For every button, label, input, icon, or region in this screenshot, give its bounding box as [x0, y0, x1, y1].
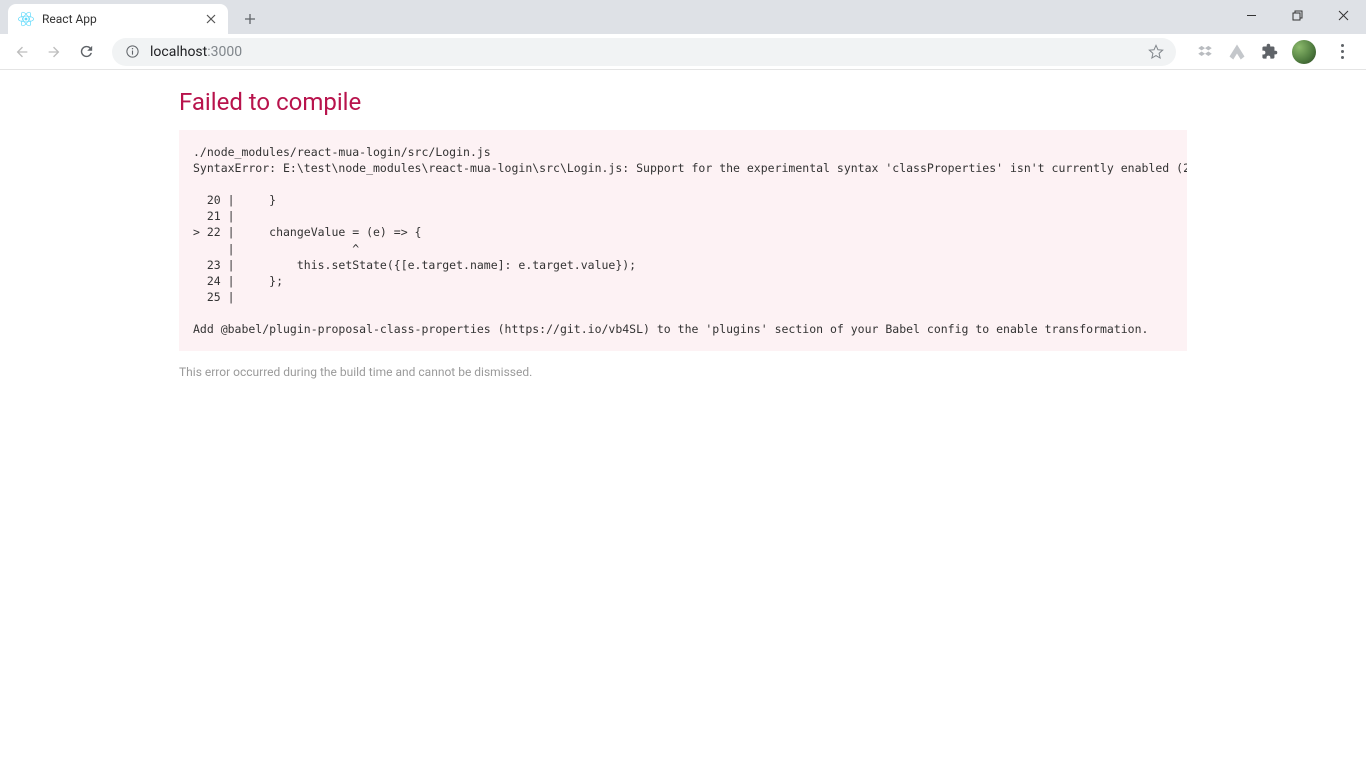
maximize-button[interactable]: [1274, 0, 1320, 30]
error-dismiss-note: This error occurred during the build tim…: [179, 365, 1187, 379]
url-path: :3000: [207, 44, 242, 60]
site-info-icon[interactable]: [124, 44, 140, 60]
window-controls: [1228, 0, 1366, 34]
minimize-button[interactable]: [1228, 0, 1274, 30]
reload-button[interactable]: [72, 38, 100, 66]
dropbox-extension-icon[interactable]: [1196, 43, 1214, 61]
drive-extension-icon[interactable]: [1228, 43, 1246, 61]
profile-avatar[interactable]: [1292, 40, 1316, 64]
new-tab-button[interactable]: [236, 5, 264, 33]
close-tab-icon[interactable]: [204, 12, 218, 26]
browser-titlebar: React App: [0, 0, 1366, 34]
browser-tab[interactable]: React App: [8, 4, 228, 34]
tab-strip: React App: [0, 0, 264, 34]
page-content: Failed to compile ./node_modules/react-m…: [0, 70, 1366, 379]
error-code-block: ./node_modules/react-mua-login/src/Login…: [179, 130, 1187, 351]
error-heading: Failed to compile: [179, 84, 1187, 130]
browser-toolbar: localhost:3000: [0, 34, 1366, 70]
forward-button[interactable]: [40, 38, 68, 66]
url-host: localhost: [150, 44, 207, 60]
bookmark-star-icon[interactable]: [1148, 44, 1164, 60]
extension-icons: [1188, 40, 1358, 64]
browser-menu-button[interactable]: [1330, 40, 1354, 63]
back-button[interactable]: [8, 38, 36, 66]
extensions-puzzle-icon[interactable]: [1260, 43, 1278, 61]
tab-title: React App: [42, 12, 204, 26]
url-text: localhost:3000: [150, 44, 242, 60]
address-bar[interactable]: localhost:3000: [112, 38, 1176, 66]
react-favicon-icon: [18, 11, 34, 27]
close-window-button[interactable]: [1320, 0, 1366, 30]
